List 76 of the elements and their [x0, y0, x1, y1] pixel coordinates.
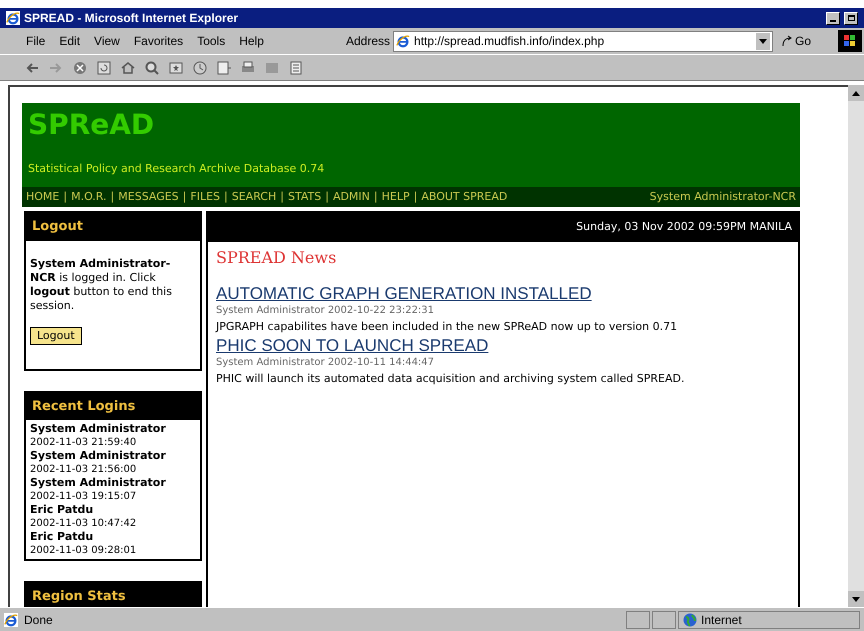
nav-link[interactable]: HOME — [26, 188, 60, 206]
nav-separator: | — [374, 188, 378, 205]
nav-link[interactable]: MESSAGES — [118, 188, 179, 206]
nav-separator: | — [280, 188, 284, 205]
go-button[interactable]: Go — [781, 32, 812, 50]
url-text: http://spread.mudfish.info/index.php — [414, 33, 604, 50]
nav-link[interactable]: STATS — [288, 188, 322, 206]
status-text: Done — [24, 612, 54, 628]
curved-arrow-icon — [781, 35, 794, 47]
menu-item[interactable]: Tools — [197, 32, 226, 50]
stop-icon[interactable] — [72, 60, 88, 76]
news-title-link[interactable]: PHIC SOON TO LAUNCH SPREAD — [216, 336, 488, 356]
refresh-icon[interactable] — [96, 60, 112, 76]
document-icon[interactable] — [288, 60, 304, 76]
address-field[interactable]: http://spread.mudfish.info/index.php — [393, 30, 774, 52]
news-meta: System Administrator 2002-10-11 14:44:47 — [216, 356, 436, 370]
login-time: 2002-11-03 10:47:42 — [30, 516, 138, 530]
zone-text: Internet — [701, 612, 742, 628]
nav-separator: | — [182, 188, 186, 205]
nav-link[interactable]: SEARCH — [232, 188, 276, 206]
login-user: Eric Patdu — [30, 503, 94, 516]
globe-icon — [683, 612, 697, 626]
news-body: JPGRAPH capabilites have been included in the new SPReAD now up to version 0.71 — [216, 318, 678, 334]
nav-separator: | — [414, 188, 418, 205]
login-time: 2002-11-03 21:56:00 — [30, 462, 138, 476]
current-user: System Administrator-NCR — [650, 188, 796, 205]
nav-link[interactable]: FILES — [190, 188, 220, 206]
login-message: System Administrator-NCR is logged in. Click logout button to end this session. — [30, 256, 173, 312]
menu-item[interactable]: File — [26, 32, 46, 50]
news-title-link[interactable]: AUTOMATIC GRAPH GENERATION INSTALLED — [216, 284, 592, 304]
menu-item[interactable]: Favorites — [134, 32, 184, 50]
home-icon[interactable] — [120, 60, 136, 76]
logout-button[interactable]: Logout — [30, 326, 82, 344]
news-meta: System Administrator 2002-10-22 23:22:31 — [216, 304, 436, 318]
login-user: Eric Patdu — [30, 530, 94, 544]
login-time: 2002-11-03 21:59:40 — [30, 436, 138, 449]
panel-title: Logout — [26, 213, 200, 240]
minimize-button[interactable] — [826, 12, 840, 24]
nav-separator: | — [325, 188, 329, 205]
site-subtitle: Statistical Policy and Research Archive Database 0.74 — [28, 160, 326, 176]
scroll-down-button[interactable] — [848, 591, 864, 607]
down-arrow-icon — [852, 596, 860, 602]
login-user: System Administrator — [30, 449, 167, 462]
nav-link[interactable]: M.O.R. — [71, 188, 107, 206]
nav-separator: | — [63, 188, 68, 205]
menu-item[interactable]: Edit — [59, 32, 80, 50]
status-pane — [652, 610, 676, 628]
login-time: 2002-11-03 09:28:01 — [30, 544, 138, 557]
nav-separator: | — [110, 188, 114, 205]
browser-icon — [6, 11, 20, 25]
nav-link[interactable]: HELP — [382, 188, 410, 206]
windows-logo-icon — [838, 30, 862, 52]
login-user: System Administrator — [30, 422, 167, 436]
panel-title: Region Stats — [26, 583, 200, 607]
news-body: PHIC will launch its automated data acquisition and archiving system called SPREAD. — [216, 370, 686, 386]
maximize-button[interactable] — [844, 12, 858, 24]
up-arrow-icon — [852, 90, 860, 96]
nav-link[interactable]: ADMIN — [332, 188, 370, 206]
window-title: SPREAD - Microsoft Internet Explorer — [24, 10, 238, 27]
date-bar: Sunday, 03 Nov 2002 09:59PM MANILA — [208, 213, 798, 242]
panel-title: Recent Logins — [26, 392, 200, 420]
site-title: SPReAD — [28, 111, 156, 139]
address-label: Address — [346, 33, 390, 50]
login-user: System Administrator — [30, 476, 167, 490]
login-time: 2002-11-03 19:15:07 — [30, 490, 138, 503]
news-heading: SPREAD News — [216, 246, 338, 268]
nav-link[interactable]: ABOUT SPREAD — [421, 188, 508, 206]
clock-icon[interactable] — [192, 60, 208, 76]
scrollbar[interactable] — [848, 85, 864, 607]
menu-item[interactable]: Help — [239, 32, 264, 50]
menu-item[interactable]: View — [94, 32, 120, 50]
scroll-up-button[interactable] — [848, 85, 864, 101]
nav-separator: | — [224, 188, 228, 205]
status-pane — [626, 610, 650, 628]
star-folder-icon[interactable] — [168, 60, 184, 76]
search-icon[interactable] — [144, 60, 160, 76]
